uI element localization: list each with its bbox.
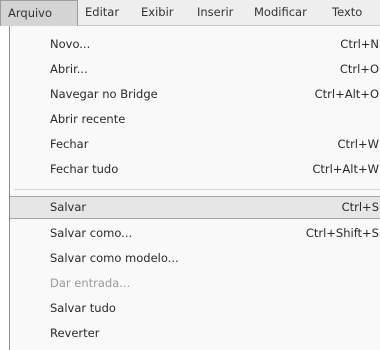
menu-item-label: Abrir recente [50,112,126,126]
menu-item-reverter[interactable]: Reverter [10,322,380,345]
menu-arquivo[interactable]: Arquivo [0,0,78,26]
menu-item-label: Abrir... [50,62,88,76]
menu-item-shortcut: Ctrl+N [340,37,379,51]
menu-item-dar-entrada: Dar entrada... [10,272,380,295]
menu-item-label: Fechar [50,137,89,151]
menu-item-label: Fechar tudo [50,162,119,176]
menu-item-label: Salvar como... [50,226,133,240]
menu-item-salvar-como-modelo[interactable]: Salvar como modelo... [10,247,380,270]
menu-item-shortcut: Ctrl+Shift+S [305,226,379,240]
menu-separator [14,189,380,190]
menu-item-abrir-recente[interactable]: Abrir recente [10,108,380,131]
menu-item-abrir[interactable]: Abrir... Ctrl+O [10,58,380,81]
menu-inserir[interactable]: Inserir [190,0,240,26]
menu-item-novo[interactable]: Novo... Ctrl+N [10,33,380,56]
menu-item-fechar-tudo[interactable]: Fechar tudo Ctrl+Alt+W [10,158,380,181]
menu-item-label: Novo... [50,37,91,51]
menu-item-fechar[interactable]: Fechar Ctrl+W [10,133,380,156]
menu-bar: Arquivo Editar Exibir Inserir Modificar … [0,0,380,26]
menu-item-label: Salvar [50,200,87,214]
menu-item-shortcut: Ctrl+O [339,62,379,76]
menu-exibir[interactable]: Exibir [134,0,181,26]
menu-item-label: Salvar tudo [50,301,116,315]
menu-item-shortcut: Ctrl+S [341,200,379,214]
menu-item-salvar[interactable]: Salvar Ctrl+S [10,196,380,219]
menu-item-label: Dar entrada... [50,276,131,290]
menu-editar[interactable]: Editar [78,0,126,26]
menu-item-salvar-como[interactable]: Salvar como... Ctrl+Shift+S [10,222,380,245]
menu-texto[interactable]: Texto [325,0,369,26]
menu-item-shortcut: Ctrl+Alt+O [314,87,379,101]
menu-item-shortcut: Ctrl+W [337,137,379,151]
menu-item-salvar-tudo[interactable]: Salvar tudo [10,297,380,320]
menu-item-label: Navegar no Bridge [50,87,158,101]
menu-item-navegar-no-bridge[interactable]: Navegar no Bridge Ctrl+Alt+O [10,83,380,106]
menu-modificar[interactable]: Modificar [247,0,314,26]
menu-item-label: Salvar como modelo... [50,251,179,265]
arquivo-dropdown-menu: Novo... Ctrl+N Abrir... Ctrl+O Navegar n… [9,26,380,350]
menu-item-shortcut: Ctrl+Alt+W [312,162,379,176]
menu-item-label: Reverter [50,326,100,340]
